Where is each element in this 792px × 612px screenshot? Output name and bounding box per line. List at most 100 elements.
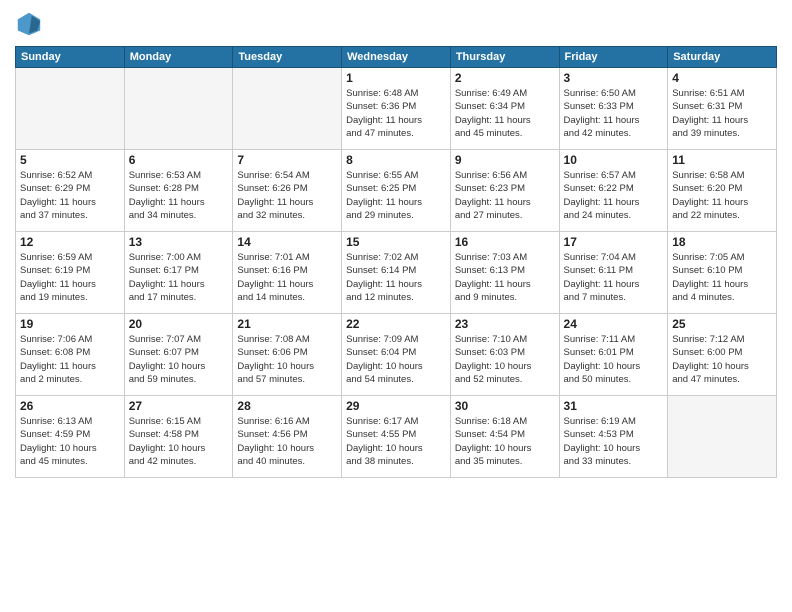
calendar-cell: 14Sunrise: 7:01 AM Sunset: 6:16 PM Dayli… — [233, 232, 342, 314]
day-info: Sunrise: 6:13 AM Sunset: 4:59 PM Dayligh… — [20, 415, 120, 468]
calendar-cell: 26 Sunrise: 6:13 AM Sunset: 4:59 PM Dayli… — [16, 396, 125, 478]
calendar-cell: 8 Sunrise: 6:55 AM Sunset: 6:25 PM Daylig… — [342, 150, 451, 232]
day-number: 2 — [455, 71, 555, 85]
calendar-cell: 3 Sunrise: 6:50 AM Sunset: 6:33 PM Daylig… — [559, 68, 668, 150]
calendar-cell — [124, 68, 233, 150]
day-number: 5 — [20, 153, 120, 167]
day-info: Sunrise: 7:12 AM Sunset: 6:00 PM Dayligh… — [672, 333, 772, 386]
calendar-cell: 22 Sunrise: 7:09 AM Sunset: 6:04 PM Dayli… — [342, 314, 451, 396]
calendar: SundayMondayTuesdayWednesdayThursdayFrid… — [15, 46, 777, 478]
calendar-cell: 16 Sunrise: 7:03 AM Sunset: 6:13 PM Dayli… — [450, 232, 559, 314]
calendar-cell: 9 Sunrise: 6:56 AM Sunset: 6:23 PM Daylig… — [450, 150, 559, 232]
day-number: 24 — [564, 317, 664, 331]
calendar-cell: 4 Sunrise: 6:51 AM Sunset: 6:31 PM Daylig… — [668, 68, 777, 150]
day-info: Sunrise: 6:17 AM Sunset: 4:55 PM Dayligh… — [346, 415, 446, 468]
calendar-cell: 15 Sunrise: 7:02 AM Sunset: 6:14 PM Dayli… — [342, 232, 451, 314]
day-number: 9 — [455, 153, 555, 167]
calendar-cell: 29 Sunrise: 6:17 AM Sunset: 4:55 PM Dayli… — [342, 396, 451, 478]
day-info: Sunrise: 7:07 AM Sunset: 6:07 PM Dayligh… — [129, 333, 229, 386]
calendar-cell: 24 Sunrise: 7:11 AM Sunset: 6:01 PM Dayli… — [559, 314, 668, 396]
calendar-cell: 11 Sunrise: 6:58 AM Sunset: 6:20 PM Dayli… — [668, 150, 777, 232]
weekday-header-row: SundayMondayTuesdayWednesdayThursdayFrid… — [16, 47, 777, 68]
calendar-cell: 31 Sunrise: 6:19 AM Sunset: 4:53 PM Dayli… — [559, 396, 668, 478]
day-info: Sunrise: 6:49 AM Sunset: 6:34 PM Dayligh… — [455, 87, 555, 140]
weekday-header-friday: Friday — [559, 47, 668, 68]
calendar-week-4: 19 Sunrise: 7:06 AM Sunset: 6:08 PM Dayli… — [16, 314, 777, 396]
day-info: Sunrise: 7:09 AM Sunset: 6:04 PM Dayligh… — [346, 333, 446, 386]
day-info: Sunrise: 6:48 AM Sunset: 6:36 PM Dayligh… — [346, 87, 446, 140]
day-number: 29 — [346, 399, 446, 413]
logo — [15, 10, 47, 38]
page: SundayMondayTuesdayWednesdayThursdayFrid… — [0, 0, 792, 612]
day-info: Sunrise: 6:53 AM Sunset: 6:28 PM Dayligh… — [129, 169, 229, 222]
day-number: 22 — [346, 317, 446, 331]
day-number: 25 — [672, 317, 772, 331]
calendar-cell: 19 Sunrise: 7:06 AM Sunset: 6:08 PM Dayli… — [16, 314, 125, 396]
day-info: Sunrise: 6:58 AM Sunset: 6:20 PM Dayligh… — [672, 169, 772, 222]
day-info: Sunrise: 7:08 AM Sunset: 6:06 PM Dayligh… — [237, 333, 337, 386]
calendar-cell: 10 Sunrise: 6:57 AM Sunset: 6:22 PM Dayli… — [559, 150, 668, 232]
day-info: Sunrise: 6:50 AM Sunset: 6:33 PM Dayligh… — [564, 87, 664, 140]
day-info: Sunrise: 6:16 AM Sunset: 4:56 PM Dayligh… — [237, 415, 337, 468]
day-info: Sunrise: 7:11 AM Sunset: 6:01 PM Dayligh… — [564, 333, 664, 386]
day-number: 18 — [672, 235, 772, 249]
day-info: Sunrise: 7:00 AM Sunset: 6:17 PM Dayligh… — [129, 251, 229, 304]
day-number: 15 — [346, 235, 446, 249]
day-number: 21 — [237, 317, 337, 331]
calendar-cell: 6 Sunrise: 6:53 AM Sunset: 6:28 PM Daylig… — [124, 150, 233, 232]
calendar-cell: 23Sunrise: 7:10 AM Sunset: 6:03 PM Dayli… — [450, 314, 559, 396]
weekday-header-sunday: Sunday — [16, 47, 125, 68]
calendar-cell: 12 Sunrise: 6:59 AM Sunset: 6:19 PM Dayli… — [16, 232, 125, 314]
calendar-cell: 7 Sunrise: 6:54 AM Sunset: 6:26 PM Daylig… — [233, 150, 342, 232]
calendar-cell — [668, 396, 777, 478]
day-number: 12 — [20, 235, 120, 249]
day-number: 8 — [346, 153, 446, 167]
day-info: Sunrise: 7:02 AM Sunset: 6:14 PM Dayligh… — [346, 251, 446, 304]
day-number: 6 — [129, 153, 229, 167]
day-number: 16 — [455, 235, 555, 249]
day-info: Sunrise: 6:55 AM Sunset: 6:25 PM Dayligh… — [346, 169, 446, 222]
calendar-cell: 18Sunrise: 7:05 AM Sunset: 6:10 PM Dayli… — [668, 232, 777, 314]
header — [15, 10, 777, 38]
day-number: 13 — [129, 235, 229, 249]
day-number: 11 — [672, 153, 772, 167]
day-number: 1 — [346, 71, 446, 85]
weekday-header-tuesday: Tuesday — [233, 47, 342, 68]
calendar-week-1: 1 Sunrise: 6:48 AM Sunset: 6:36 PM Daylig… — [16, 68, 777, 150]
day-info: Sunrise: 6:52 AM Sunset: 6:29 PM Dayligh… — [20, 169, 120, 222]
logo-icon — [15, 10, 43, 38]
day-number: 17 — [564, 235, 664, 249]
calendar-cell: 25 Sunrise: 7:12 AM Sunset: 6:00 PM Dayli… — [668, 314, 777, 396]
day-info: Sunrise: 6:56 AM Sunset: 6:23 PM Dayligh… — [455, 169, 555, 222]
calendar-cell: 21 Sunrise: 7:08 AM Sunset: 6:06 PM Dayli… — [233, 314, 342, 396]
day-number: 26 — [20, 399, 120, 413]
calendar-cell — [16, 68, 125, 150]
day-info: Sunrise: 6:15 AM Sunset: 4:58 PM Dayligh… — [129, 415, 229, 468]
weekday-header-thursday: Thursday — [450, 47, 559, 68]
day-number: 3 — [564, 71, 664, 85]
day-info: Sunrise: 6:54 AM Sunset: 6:26 PM Dayligh… — [237, 169, 337, 222]
day-number: 7 — [237, 153, 337, 167]
day-number: 10 — [564, 153, 664, 167]
day-info: Sunrise: 6:18 AM Sunset: 4:54 PM Dayligh… — [455, 415, 555, 468]
day-info: Sunrise: 6:59 AM Sunset: 6:19 PM Dayligh… — [20, 251, 120, 304]
day-info: Sunrise: 7:06 AM Sunset: 6:08 PM Dayligh… — [20, 333, 120, 386]
weekday-header-monday: Monday — [124, 47, 233, 68]
day-number: 19 — [20, 317, 120, 331]
calendar-cell: 1 Sunrise: 6:48 AM Sunset: 6:36 PM Daylig… — [342, 68, 451, 150]
day-number: 30 — [455, 399, 555, 413]
calendar-cell: 13 Sunrise: 7:00 AM Sunset: 6:17 PM Dayli… — [124, 232, 233, 314]
day-info: Sunrise: 6:19 AM Sunset: 4:53 PM Dayligh… — [564, 415, 664, 468]
day-info: Sunrise: 6:57 AM Sunset: 6:22 PM Dayligh… — [564, 169, 664, 222]
day-number: 4 — [672, 71, 772, 85]
day-number: 28 — [237, 399, 337, 413]
day-number: 31 — [564, 399, 664, 413]
calendar-week-2: 5 Sunrise: 6:52 AM Sunset: 6:29 PM Daylig… — [16, 150, 777, 232]
calendar-cell: 20Sunrise: 7:07 AM Sunset: 6:07 PM Dayli… — [124, 314, 233, 396]
calendar-cell: 30 Sunrise: 6:18 AM Sunset: 4:54 PM Dayli… — [450, 396, 559, 478]
calendar-cell — [233, 68, 342, 150]
day-info: Sunrise: 6:51 AM Sunset: 6:31 PM Dayligh… — [672, 87, 772, 140]
day-number: 23 — [455, 317, 555, 331]
day-info: Sunrise: 7:03 AM Sunset: 6:13 PM Dayligh… — [455, 251, 555, 304]
day-number: 14 — [237, 235, 337, 249]
